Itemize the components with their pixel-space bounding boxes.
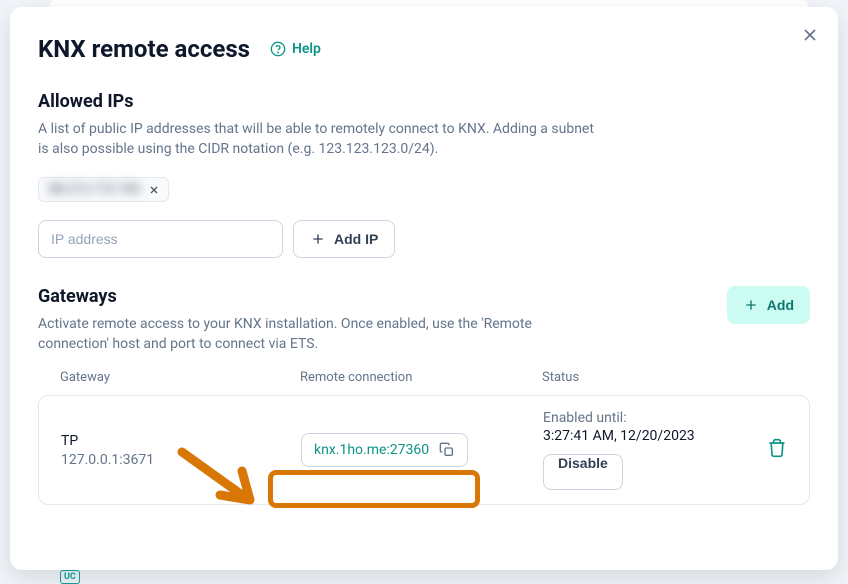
column-gateway: Gateway <box>60 370 300 385</box>
add-gateway-label: Add <box>767 297 794 313</box>
delete-gateway-button[interactable] <box>767 438 787 462</box>
status-prefix: Enabled until: <box>543 410 787 426</box>
add-gateway-button[interactable]: Add <box>727 286 810 324</box>
gateways-table-header: Gateway Remote connection Status <box>38 370 810 385</box>
column-remote: Remote connection <box>300 370 542 385</box>
plus-icon <box>310 231 326 247</box>
gateway-name: TP <box>61 433 301 449</box>
allowed-ips-title: Allowed IPs <box>38 91 810 112</box>
gateways-header: Gateways Activate remote access to your … <box>38 286 810 354</box>
add-ip-label: Add IP <box>334 231 378 247</box>
status-time: 3:27:41 AM, 12/20/2023 <box>543 428 787 444</box>
background-footer: UC <box>60 570 80 584</box>
plus-icon <box>743 297 759 313</box>
gateway-cell: TP 127.0.0.1:3671 <box>61 433 301 468</box>
gateways-description: Activate remote access to your KNX insta… <box>38 315 598 354</box>
modal-title: KNX remote access <box>38 35 250 63</box>
x-icon <box>148 184 160 196</box>
help-label: Help <box>292 41 321 57</box>
ip-chip: 88.212.173.194 <box>38 177 169 202</box>
add-ip-button[interactable]: Add IP <box>293 220 395 258</box>
disable-button[interactable]: Disable <box>543 454 623 490</box>
remote-connection-pill[interactable]: knx.1ho.me:27360 <box>301 433 468 467</box>
trash-icon <box>767 438 787 458</box>
uc-badge: UC <box>60 570 80 584</box>
gateways-section: Gateways Activate remote access to your … <box>38 286 810 505</box>
remove-ip-button[interactable] <box>148 184 160 196</box>
remote-host: knx.1ho.me:27360 <box>314 442 429 458</box>
status-cell: Enabled until: 3:27:41 AM, 12/20/2023 Di… <box>543 410 787 490</box>
allowed-ips-description: A list of public IP addresses that will … <box>38 120 598 159</box>
knx-remote-access-modal: KNX remote access Help Allowed IPs A lis… <box>10 7 838 570</box>
close-button[interactable] <box>792 17 828 53</box>
gateway-address: 127.0.0.1:3671 <box>61 452 301 468</box>
add-ip-row: Add IP <box>38 220 810 258</box>
gateway-row: TP 127.0.0.1:3671 knx.1ho.me:27360 Enabl… <box>38 395 810 505</box>
ip-chip-value: 88.212.173.194 <box>49 182 140 197</box>
copy-icon[interactable] <box>439 442 455 458</box>
close-icon <box>800 25 820 45</box>
ip-address-input[interactable] <box>38 220 283 258</box>
help-link[interactable]: Help <box>270 41 321 57</box>
help-icon <box>270 41 286 57</box>
gateways-title: Gateways <box>38 286 598 307</box>
remote-cell: knx.1ho.me:27360 <box>301 433 543 467</box>
modal-header: KNX remote access Help <box>38 35 810 63</box>
disable-label: Disable <box>558 455 608 489</box>
allowed-ips-section: Allowed IPs A list of public IP addresse… <box>38 91 810 258</box>
column-status: Status <box>542 370 788 385</box>
